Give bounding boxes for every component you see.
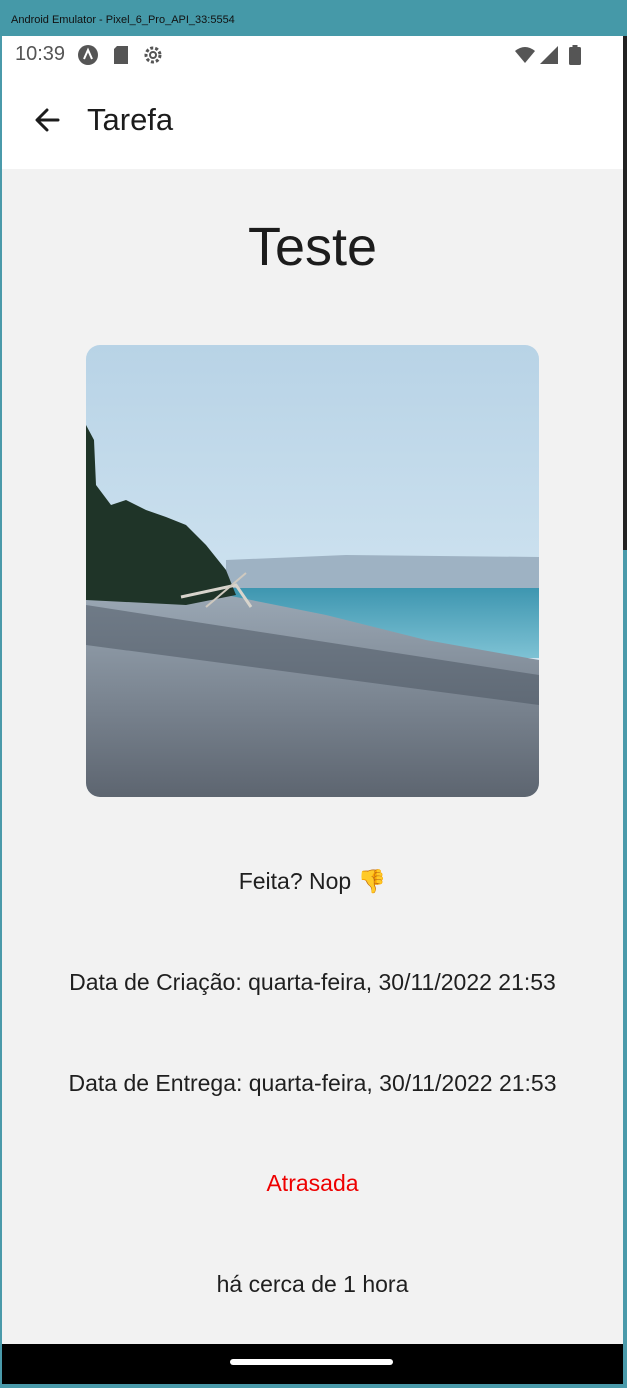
navigation-bar <box>2 1344 623 1384</box>
task-title: Teste <box>247 217 378 277</box>
wifi-icon <box>514 44 536 66</box>
android-app-icon <box>77 44 99 66</box>
home-gesture-handle[interactable] <box>230 1359 393 1365</box>
creation-date: Data de Criação: quarta-feira, 30/11/202… <box>69 969 556 995</box>
settings-gear-icon <box>142 44 164 66</box>
app-bar-title: Tarefa <box>87 102 174 137</box>
phone-screen: 10:39 Tarefa Teste Feita? Nop 👎 Data de … <box>2 36 623 1384</box>
app-bar: Tarefa <box>2 74 623 169</box>
signal-icon <box>538 44 560 66</box>
task-image <box>86 345 539 797</box>
relative-time: há cerca de 1 hora <box>216 1271 409 1297</box>
status-time: 10:39 <box>15 43 66 65</box>
emulator-title: Android Emulator - Pixel_6_Pro_API_33:55… <box>11 14 235 26</box>
late-status: Atrasada <box>266 1170 359 1196</box>
done-status: Feita? Nop 👎 <box>238 868 387 894</box>
status-bar: 10:39 <box>2 36 623 74</box>
sd-card-icon <box>110 44 132 66</box>
due-date: Data de Entrega: quarta-feira, 30/11/202… <box>68 1070 557 1096</box>
battery-icon <box>564 44 586 66</box>
emulator-title-bar: Android Emulator - Pixel_6_Pro_API_33:55… <box>0 0 627 36</box>
back-arrow-icon[interactable] <box>30 102 66 138</box>
emulator-scrollbar[interactable] <box>623 36 627 550</box>
